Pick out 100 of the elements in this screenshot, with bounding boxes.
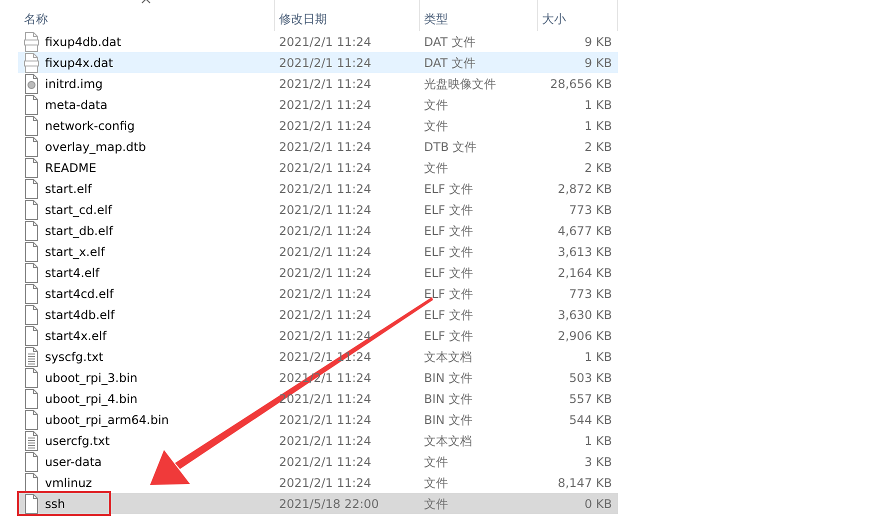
- file-date: 2021/2/1 11:24: [279, 56, 372, 70]
- file-name: README: [45, 160, 96, 176]
- file-type: 文件: [424, 160, 448, 174]
- file-size: 4,677 KB: [558, 224, 612, 238]
- file-name: network-config: [45, 118, 135, 134]
- file-size: 8,147 KB: [558, 476, 612, 490]
- file-row[interactable]: initrd.img 2021/2/1 11:24 光盘映像文件 28,656 KB: [18, 73, 618, 94]
- file-type: ELF 文件: [424, 328, 473, 342]
- file-size: 3,630 KB: [558, 308, 612, 322]
- file-name: ssh: [45, 496, 66, 512]
- file-row[interactable]: start_x.elf 2021/2/1 11:24 ELF 文件 3,613 KB: [18, 241, 618, 262]
- file-name: fixup4x.dat: [45, 54, 114, 72]
- file-size: 557 KB: [569, 392, 612, 406]
- file-type: 文件: [424, 476, 448, 490]
- file-date: 2021/2/1 11:24: [279, 328, 372, 342]
- file-date: 2021/2/1 11:24: [279, 202, 372, 216]
- file-date: 2021/2/1 11:24: [279, 286, 372, 300]
- file-row[interactable]: usercfg.txt 2021/2/1 11:24 文本文档 1 KB: [18, 430, 618, 451]
- file-row[interactable]: start_cd.elf 2021/2/1 11:24 ELF 文件 773 KB: [18, 199, 618, 220]
- file-type: 文本文档: [424, 350, 472, 364]
- file-size: 503 KB: [569, 370, 612, 384]
- column-header[interactable]: 类型: [424, 12, 448, 26]
- file-date: 2021/2/1 11:24: [279, 476, 372, 490]
- file-name: start4db.elf: [45, 306, 115, 324]
- file-name: start_cd.elf: [45, 202, 112, 218]
- file-date: 2021/2/1 11:24: [279, 454, 372, 468]
- file-size: 28,656 KB: [550, 76, 612, 90]
- file-type: DAT 文件: [424, 34, 476, 48]
- file-name: start4cd.elf: [45, 286, 114, 302]
- file-name: vmlinuz: [45, 474, 92, 492]
- file-date: 2021/2/1 11:24: [279, 266, 372, 280]
- file-size: 1 KB: [584, 98, 612, 112]
- file-date: 2021/2/1 11:24: [279, 160, 372, 174]
- file-name: uboot_rpi_arm64.bin: [45, 412, 169, 428]
- file-size: 773 KB: [569, 286, 612, 300]
- file-row[interactable]: uboot_rpi_arm64.bin 2021/2/1 11:24 BIN 文件 544 KB: [18, 409, 618, 430]
- file-row[interactable]: start4db.elf 2021/2/1 11:24 ELF 文件 3,630 KB: [18, 304, 618, 325]
- file-row[interactable]: ssh 2021/5/18 22:00 文件 0 KB: [18, 493, 618, 514]
- file-row[interactable]: README 2021/2/1 11:24 文件 2 KB: [18, 157, 618, 178]
- file-type: 文件: [424, 496, 448, 510]
- column-header[interactable]: 大小: [542, 12, 566, 26]
- file-date: 2021/5/18 22:00: [279, 496, 379, 510]
- file-size: 1 KB: [584, 118, 612, 132]
- file-size: 544 KB: [569, 412, 612, 426]
- file-row[interactable]: vmlinuz 2021/2/1 11:24 文件 8,147 KB: [18, 472, 618, 493]
- file-type: ELF 文件: [424, 266, 473, 280]
- file-size: 2,872 KB: [558, 182, 612, 196]
- file-date: 2021/2/1 11:24: [279, 140, 372, 154]
- file-name: start_x.elf: [45, 244, 105, 260]
- file-size: 1 KB: [584, 434, 612, 448]
- file-date: 2021/2/1 11:24: [279, 98, 372, 112]
- file-row[interactable]: meta-data 2021/2/1 11:24 文件 1 KB: [18, 94, 618, 115]
- file-size: 1 KB: [584, 350, 612, 364]
- file-type: 光盘映像文件: [424, 76, 496, 90]
- file-type: 文本文档: [424, 434, 472, 448]
- file-date: 2021/2/1 11:24: [279, 224, 372, 238]
- file-type: ELF 文件: [424, 286, 473, 300]
- column-header[interactable]: 修改日期: [279, 12, 327, 26]
- file-size: 2,906 KB: [558, 328, 612, 342]
- file-size: 2 KB: [584, 160, 612, 174]
- file-row[interactable]: start4x.elf 2021/2/1 11:24 ELF 文件 2,906 KB: [18, 325, 618, 346]
- file-size: 2 KB: [584, 140, 612, 154]
- file-type: ELF 文件: [424, 224, 473, 238]
- file-row[interactable]: start.elf 2021/2/1 11:24 ELF 文件 2,872 KB: [18, 178, 618, 199]
- file-date: 2021/2/1 11:24: [279, 412, 372, 426]
- file-date: 2021/2/1 11:24: [279, 118, 372, 132]
- file-row[interactable]: overlay_map.dtb 2021/2/1 11:24 DTB 文件 2 KB: [18, 136, 618, 157]
- file-row[interactable]: start_db.elf 2021/2/1 11:24 ELF 文件 4,677 KB: [18, 220, 618, 241]
- file-name: overlay_map.dtb: [45, 138, 146, 156]
- file-row[interactable]: fixup4db.dat 2021/2/1 11:24 DAT 文件 9 KB: [18, 31, 618, 52]
- file-date: 2021/2/1 11:24: [279, 76, 372, 90]
- file-type: ELF 文件: [424, 244, 473, 258]
- file-row[interactable]: user-data 2021/2/1 11:24 文件 3 KB: [18, 451, 618, 472]
- file-date: 2021/2/1 11:24: [279, 434, 372, 448]
- file-type: ELF 文件: [424, 202, 473, 216]
- file-size: 0 KB: [584, 496, 612, 510]
- file-date: 2021/2/1 11:24: [279, 244, 372, 258]
- file-name: initrd.img: [45, 76, 103, 92]
- file-row[interactable]: start4.elf 2021/2/1 11:24 ELF 文件 2,164 KB: [18, 262, 618, 283]
- file-name: user-data: [45, 454, 102, 470]
- file-size: 9 KB: [584, 34, 612, 48]
- file-row[interactable]: fixup4x.dat 2021/2/1 11:24 DAT 文件 9 KB: [18, 52, 618, 73]
- file-type: ELF 文件: [424, 308, 473, 322]
- file-type: BIN 文件: [424, 392, 473, 406]
- file-name: start.elf: [45, 180, 92, 198]
- file-size: 773 KB: [569, 202, 612, 216]
- file-name: fixup4db.dat: [45, 34, 122, 50]
- file-size: 3 KB: [584, 454, 612, 468]
- column-header[interactable]: 名称: [24, 12, 48, 26]
- file-type: BIN 文件: [424, 370, 473, 384]
- file-type: DTB 文件: [424, 140, 477, 154]
- file-name: syscfg.txt: [45, 348, 104, 366]
- file-row[interactable]: network-config 2021/2/1 11:24 文件 1 KB: [18, 115, 618, 136]
- file-name: meta-data: [45, 96, 108, 114]
- file-name: start4.elf: [45, 264, 100, 282]
- file-date: 2021/2/1 11:24: [279, 34, 372, 48]
- file-type: DAT 文件: [424, 56, 476, 70]
- file-type: 文件: [424, 454, 448, 468]
- file-name: uboot_rpi_3.bin: [45, 370, 138, 386]
- file-row[interactable]: start4cd.elf 2021/2/1 11:24 ELF 文件 773 KB: [18, 283, 618, 304]
